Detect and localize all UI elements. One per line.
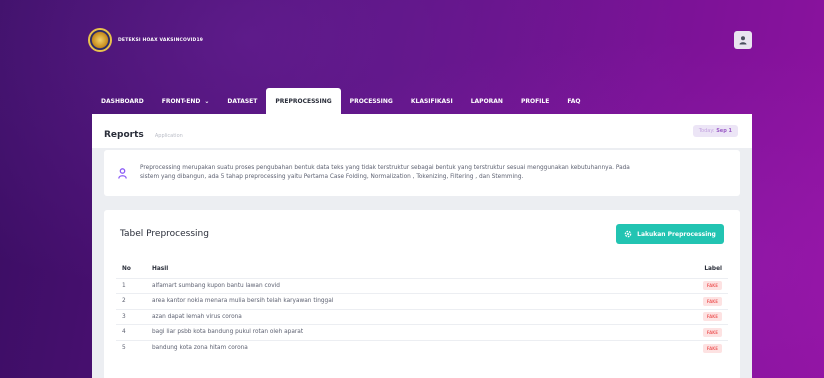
run-preprocessing-button[interactable]: Lakukan Preprocessing bbox=[616, 224, 724, 244]
nav-faq-label: FAQ bbox=[567, 97, 581, 105]
nav-processing[interactable]: PROCESSING bbox=[341, 88, 402, 114]
row-label-cell: FAKE bbox=[676, 308, 728, 325]
row-no: 3 bbox=[116, 308, 146, 325]
university-seal-icon bbox=[88, 28, 112, 52]
nav-dataset[interactable]: DATASET bbox=[218, 88, 266, 114]
table-title: Tabel Preprocessing bbox=[120, 229, 209, 239]
brand[interactable]: DETEKSI HOAX VAKSINCOVID19 bbox=[88, 28, 203, 52]
status-badge: FAKE bbox=[702, 327, 722, 337]
row-hasil: area kantor nokia menara mulia bersih te… bbox=[146, 293, 676, 309]
cog-icon bbox=[624, 230, 632, 238]
info-text: Preprocessing merupakan suatu proses pen… bbox=[140, 164, 630, 183]
status-badge: FAKE bbox=[702, 312, 722, 322]
row-label-cell: FAKE bbox=[676, 324, 728, 340]
preprocessing-table: No Hasil Label 1 alfamart sumbang kupon … bbox=[116, 260, 728, 356]
nav-dashboard[interactable]: DASHBOARD bbox=[92, 88, 153, 114]
run-preprocessing-label: Lakukan Preprocessing bbox=[637, 230, 716, 238]
nav-processing-label: PROCESSING bbox=[349, 97, 393, 105]
content-panel: Reports Application Today: Sep 1 Preproc… bbox=[92, 114, 752, 378]
nav-dashboard-label: DASHBOARD bbox=[101, 97, 144, 105]
info-card: Preprocessing merupakan suatu proses pen… bbox=[104, 150, 740, 196]
chevron-down-icon: ⌄ bbox=[204, 97, 210, 105]
nav-laporan[interactable]: LAPORAN bbox=[462, 88, 512, 114]
page-title: Reports bbox=[104, 129, 144, 140]
info-text-line-1: Preprocessing merupakan suatu proses pen… bbox=[140, 164, 630, 171]
row-hasil: bandung kota zona hitam corona bbox=[146, 339, 676, 356]
column-header-label: Label bbox=[704, 265, 722, 272]
top-bar: DETEKSI HOAX VAKSINCOVID19 bbox=[88, 22, 752, 58]
user-icon bbox=[739, 36, 747, 45]
date-label: Today: bbox=[698, 128, 715, 134]
nav-faq[interactable]: FAQ bbox=[558, 88, 589, 114]
main-nav: DASHBOARD FRONT-END ⌄ DATASET PREPROCESSI… bbox=[92, 88, 752, 114]
row-label-cell: FAKE bbox=[676, 339, 728, 356]
status-badge: FAKE bbox=[702, 296, 722, 306]
row-no: 2 bbox=[116, 293, 146, 309]
row-label-cell: FAKE bbox=[676, 277, 728, 294]
nav-profile[interactable]: PROFILE bbox=[512, 88, 558, 114]
nav-profile-label: PROFILE bbox=[520, 97, 550, 105]
table-row[interactable]: 2 area kantor nokia menara mulia bersih … bbox=[116, 293, 728, 309]
row-label-cell: FAKE bbox=[676, 293, 728, 309]
nav-dataset-label: DATASET bbox=[227, 97, 258, 105]
nav-preprocessing-label: PREPROCESSING bbox=[275, 97, 332, 105]
reports-bar: Reports Application Today: Sep 1 bbox=[92, 114, 752, 148]
user-pin-icon bbox=[116, 167, 128, 179]
table-row[interactable]: 4 bagi liar psbb kota bandung pukul rota… bbox=[116, 324, 728, 340]
date-badge[interactable]: Today: Sep 1 bbox=[692, 125, 738, 137]
nav-preprocessing[interactable]: PREPROCESSING bbox=[266, 88, 341, 114]
nav-front-end[interactable]: FRONT-END ⌄ bbox=[153, 88, 219, 114]
row-hasil: bagi liar psbb kota bandung pukul rotan … bbox=[146, 324, 676, 340]
table-header: Tabel Preprocessing Lakukan Preprocessin… bbox=[120, 224, 724, 244]
row-no: 5 bbox=[116, 339, 146, 356]
user-menu-button[interactable] bbox=[734, 31, 752, 49]
table-header-row: No Hasil Label bbox=[116, 260, 728, 278]
info-text-line-2: sistem yang dibangun, ada 5 tahap prepro… bbox=[140, 174, 524, 180]
status-badge: FAKE bbox=[702, 343, 722, 353]
column-header-no: No bbox=[122, 265, 131, 272]
table-row[interactable]: 5 bandung kota zona hitam corona FAKE bbox=[116, 339, 728, 356]
table-row[interactable]: 3 azan dapat lemah virus corona FAKE bbox=[116, 308, 728, 325]
nav-front-end-label: FRONT-END bbox=[161, 97, 201, 105]
preprocessing-table-card: Tabel Preprocessing Lakukan Preprocessin… bbox=[104, 210, 740, 378]
row-no: 1 bbox=[116, 277, 146, 294]
nav-klasifikasi[interactable]: KLASIFIKASI bbox=[402, 88, 462, 114]
date-value: Sep 1 bbox=[716, 128, 732, 134]
page-subtitle: Application bbox=[154, 132, 183, 139]
brand-name: DETEKSI HOAX VAKSINCOVID19 bbox=[118, 37, 204, 43]
status-badge: FAKE bbox=[702, 281, 722, 291]
column-header-hasil: Hasil bbox=[152, 265, 169, 272]
row-hasil: alfamart sumbang kupon bantu lawan covid bbox=[146, 277, 676, 294]
nav-klasifikasi-label: KLASIFIKASI bbox=[410, 97, 453, 105]
nav-laporan-label: LAPORAN bbox=[470, 97, 503, 105]
row-no: 4 bbox=[116, 324, 146, 340]
row-hasil: azan dapat lemah virus corona bbox=[146, 308, 676, 325]
table-row[interactable]: 1 alfamart sumbang kupon bantu lawan cov… bbox=[116, 277, 728, 294]
